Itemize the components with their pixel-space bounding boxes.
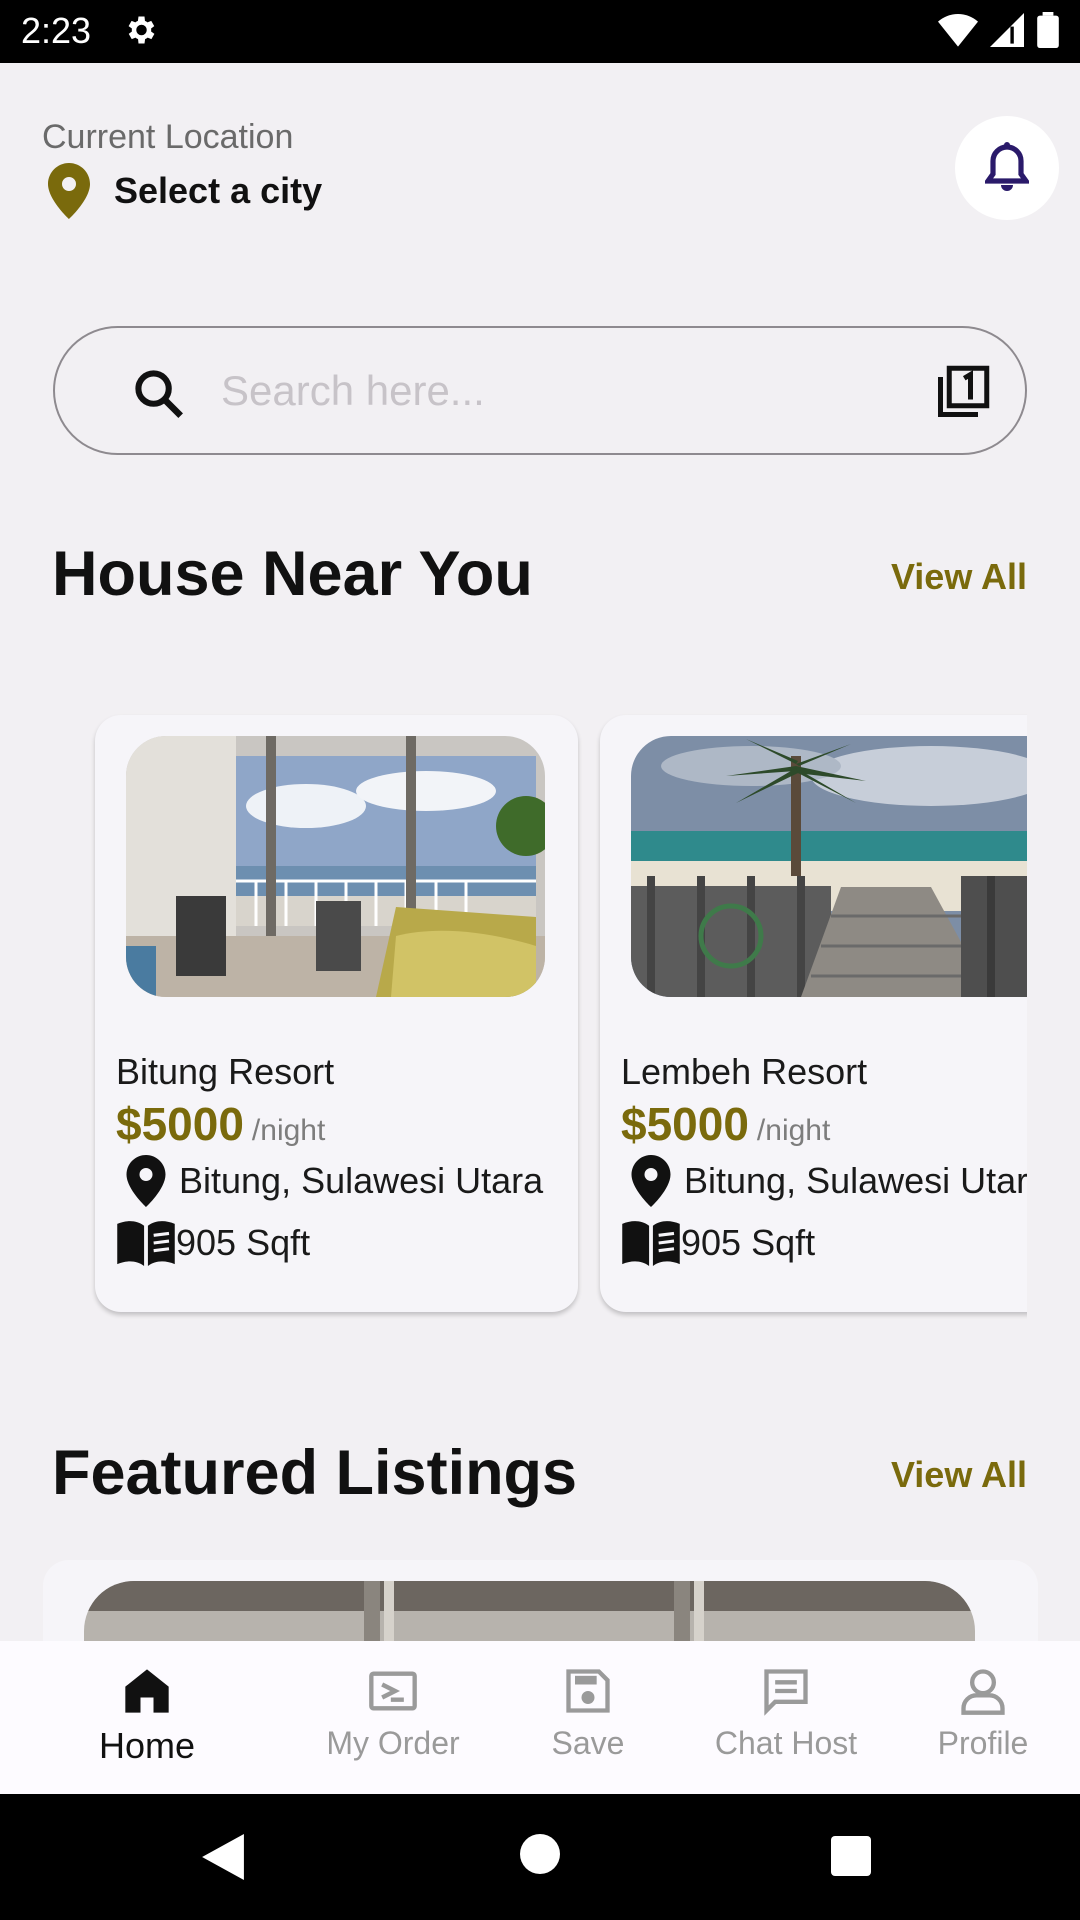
- nav-save-label: Save: [551, 1725, 625, 1761]
- listing-photo: [126, 736, 545, 997]
- home-icon: [125, 1669, 169, 1713]
- status-time: 2:23: [21, 10, 92, 51]
- book-open-icon: [622, 1221, 680, 1266]
- status-indicators: [938, 12, 1060, 48]
- status-bar: 2:23: [0, 0, 1080, 63]
- listing-location-row: Bitung, Sulawesi Utara: [125, 1155, 543, 1207]
- listing-size: 905 Sqft: [681, 1222, 816, 1263]
- chat-icon: [764, 1669, 808, 1716]
- location-pin-icon: [126, 1155, 166, 1207]
- house-near-you-title: House Near You: [52, 539, 533, 609]
- search-bar: [53, 326, 1027, 455]
- book-open-icon: [117, 1221, 175, 1266]
- featured-listings-title: Featured Listings: [52, 1438, 578, 1508]
- listing-size-row: 905 Sqft: [116, 1220, 310, 1266]
- search-icon: [135, 370, 183, 418]
- settings-gear-icon: [128, 16, 155, 44]
- location-pin-icon: [631, 1155, 671, 1207]
- listing-price: $5000: [116, 1098, 244, 1150]
- home-circle-icon[interactable]: [520, 1834, 560, 1874]
- signal-icon: [990, 13, 1024, 47]
- nav-profile-label: Profile: [937, 1725, 1029, 1761]
- listing-name: Lembeh Resort: [621, 1051, 868, 1092]
- bottom-navigation: Home My Order Save Chat Host Profile: [0, 1641, 1080, 1794]
- nav-chat-host-label: Chat Host: [714, 1725, 858, 1761]
- view-all-near-you-link[interactable]: View All: [891, 556, 1027, 598]
- nav-home[interactable]: Home: [76, 1641, 218, 1794]
- search-input[interactable]: [221, 358, 741, 424]
- listing-location: Bitung, Sulawesi Utara: [684, 1160, 1027, 1201]
- listing-location-row: Bitung, Sulawesi Utara: [630, 1155, 1027, 1207]
- listing-location: Bitung, Sulawesi Utara: [179, 1160, 544, 1201]
- back-icon[interactable]: [202, 1834, 244, 1880]
- nav-home-label: Home: [98, 1725, 196, 1766]
- nav-save[interactable]: Save: [538, 1641, 638, 1794]
- battery-icon: [1037, 12, 1059, 48]
- filter-icon[interactable]: [933, 362, 993, 422]
- listing-price-row: $5000 /night: [621, 1097, 830, 1151]
- system-navigation-bar: [0, 1794, 1080, 1920]
- nav-profile[interactable]: Profile: [928, 1641, 1038, 1794]
- nav-my-order-label: My Order: [326, 1725, 460, 1761]
- listing-price-unit: /night: [756, 1114, 831, 1147]
- listing-price-row: $5000 /night: [116, 1097, 325, 1151]
- profile-icon: [961, 1669, 1005, 1715]
- listing-price-unit: /night: [251, 1114, 326, 1147]
- bell-icon: [985, 142, 1029, 191]
- view-all-featured-link[interactable]: View All: [891, 1454, 1027, 1496]
- wifi-icon: [938, 14, 978, 47]
- listing-size: 905 Sqft: [176, 1222, 311, 1263]
- listing-price: $5000: [621, 1098, 749, 1150]
- selected-city: Select a city: [114, 170, 323, 211]
- city-selector[interactable]: Select a city: [48, 163, 322, 219]
- nav-my-order[interactable]: My Order: [313, 1641, 473, 1794]
- current-location-label: Current Location: [42, 118, 294, 156]
- notifications-button[interactable]: [955, 116, 1059, 220]
- ticket-icon: [369, 1671, 417, 1711]
- save-icon: [566, 1669, 610, 1713]
- listing-photo: [631, 736, 1027, 997]
- location-pin-icon: [48, 163, 90, 219]
- listing-name: Bitung Resort: [116, 1051, 335, 1092]
- listing-card[interactable]: Bitung Resort $5000 /night Bitung, Sulaw…: [95, 715, 578, 1312]
- listing-card[interactable]: Lembeh Resort $5000 /night Bitung, Sulaw…: [600, 715, 1027, 1312]
- recents-icon[interactable]: [831, 1836, 871, 1876]
- listing-size-row: 905 Sqft: [621, 1220, 815, 1266]
- nav-chat-host[interactable]: Chat Host: [708, 1641, 864, 1794]
- house-near-you-carousel[interactable]: Bitung Resort $5000 /night Bitung, Sulaw…: [0, 710, 1027, 1320]
